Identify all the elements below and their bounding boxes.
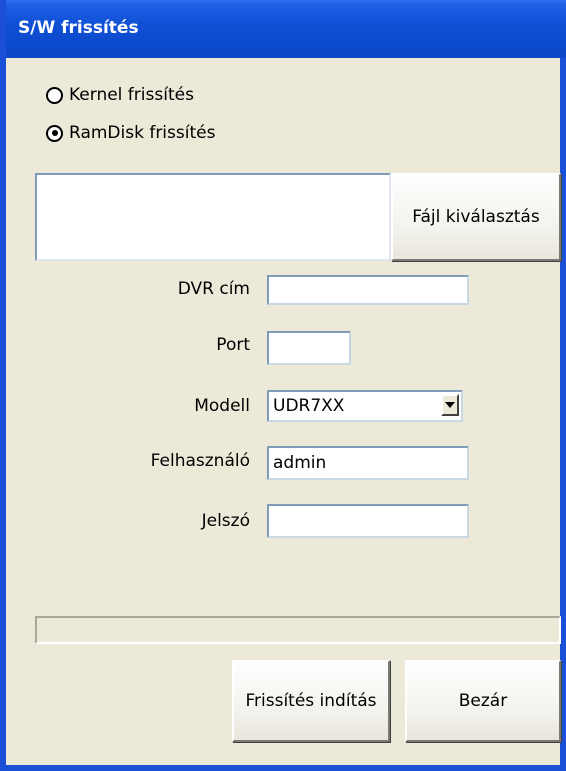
update-dialog: S/W frissítés Kernel frissítés RamDisk f… — [0, 0, 566, 771]
radio-ramdisk-label: RamDisk frissítés — [69, 123, 216, 143]
title-bar[interactable]: S/W frissítés — [6, 0, 566, 58]
dvr-address-label: DVR cím — [177, 279, 250, 299]
user-label: Felhasználó — [150, 451, 250, 471]
radio-ramdisk-indicator[interactable] — [46, 124, 63, 142]
file-path-field[interactable] — [35, 173, 391, 261]
model-label: Modell — [194, 396, 250, 416]
model-select-value: UDR7XX — [273, 396, 345, 416]
window-title: S/W frissítés — [18, 18, 139, 38]
password-input[interactable] — [267, 504, 469, 538]
radio-kernel-update[interactable]: Kernel frissítés — [46, 83, 194, 107]
radio-kernel-indicator[interactable] — [46, 86, 63, 104]
port-input[interactable] — [267, 331, 351, 365]
model-select[interactable]: UDR7XX — [267, 390, 463, 422]
radio-kernel-label: Kernel frissítés — [69, 85, 194, 105]
select-file-button[interactable]: Fájl kiválasztás — [391, 173, 561, 261]
port-label: Port — [216, 335, 250, 355]
password-label: Jelszó — [201, 511, 250, 531]
start-update-button[interactable]: Frissítés indítás — [232, 660, 390, 742]
dvr-address-input[interactable] — [267, 275, 469, 305]
close-button[interactable]: Bezár — [405, 660, 561, 742]
radio-ramdisk-update[interactable]: RamDisk frissítés — [46, 121, 215, 145]
user-input[interactable]: admin — [267, 446, 469, 480]
chevron-down-icon[interactable] — [441, 394, 459, 416]
progress-bar — [35, 616, 561, 644]
